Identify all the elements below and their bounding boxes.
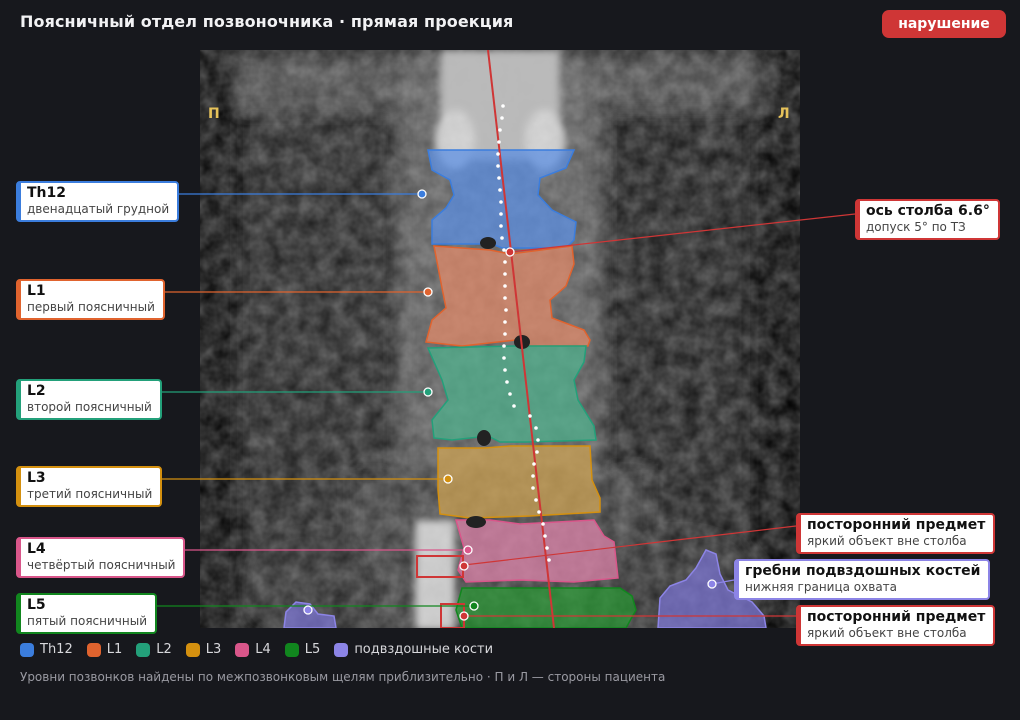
- legend-swatch: [20, 642, 34, 657]
- legend-label: L2: [156, 642, 172, 657]
- iliac-crests-title: гребни подвздошных костей: [745, 563, 981, 579]
- legend-item-l4: L4: [235, 642, 271, 657]
- legend-swatch: [185, 642, 200, 657]
- label-l4-desc: четвёртый поясничный: [27, 558, 176, 572]
- segment-l2: [426, 345, 597, 443]
- label-l2-code: L2: [27, 383, 46, 399]
- legend-swatch: [86, 642, 101, 657]
- legend-item-l3: L3: [185, 642, 222, 657]
- page-title: Поясничный отдел позвоночника · прямая п…: [20, 12, 514, 31]
- side-marker-left: Л: [778, 106, 790, 122]
- axis-angle-title: ось столба 6.6°: [866, 203, 990, 219]
- legend-label: L4: [255, 642, 271, 657]
- legend-label: L1: [106, 642, 123, 657]
- segment-l4: [455, 519, 619, 583]
- legend-item-l2: L2: [136, 642, 172, 657]
- foreign-object-2-note: яркий объект вне столба: [807, 626, 967, 640]
- status-badge[interactable]: нарушение: [882, 10, 1006, 38]
- label-l4-code: L4: [27, 541, 46, 557]
- label-l2-desc: второй поясничный: [27, 400, 152, 414]
- label-l1[interactable]: L1 первый поясничный: [16, 279, 165, 320]
- label-l5-desc: пятый поясничный: [27, 614, 147, 628]
- label-axis-angle[interactable]: ось столба 6.6° допуск 5° по ТЗ: [855, 199, 1000, 240]
- foreign-object-1-title: посторонний предмет: [807, 517, 986, 533]
- legend-swatch: [136, 642, 151, 657]
- legend: Th12 L1 L2 L3 L4 L5 подвздошные кости: [20, 642, 493, 657]
- label-l3-desc: третий поясничный: [27, 487, 153, 501]
- xray-image: [200, 50, 800, 628]
- legend-item-iliac: подвздошные кости: [334, 642, 493, 657]
- footer-note: Уровни позвонков найдены по межпозвонков…: [20, 670, 666, 684]
- label-l2[interactable]: L2 второй поясничный: [16, 379, 162, 420]
- side-marker-right: П: [208, 106, 220, 122]
- label-l1-desc: первый поясничный: [27, 300, 155, 314]
- label-l3-code: L3: [27, 470, 46, 486]
- legend-label: Th12: [40, 642, 73, 657]
- legend-label: L5: [304, 642, 321, 657]
- label-l1-code: L1: [27, 283, 46, 299]
- legend-item-l5: L5: [284, 642, 321, 657]
- legend-label: L3: [205, 642, 222, 657]
- legend-label: подвздошные кости: [354, 642, 494, 657]
- axis-angle-note: допуск 5° по ТЗ: [866, 220, 966, 234]
- legend-swatch: [284, 642, 299, 657]
- label-th12-desc: двенадцатый грудной: [27, 202, 170, 216]
- iliac-crests-note: нижняя граница охвата: [745, 580, 898, 594]
- label-foreign-object-1[interactable]: посторонний предмет яркий объект вне сто…: [796, 513, 996, 554]
- label-th12-code: Th12: [27, 185, 66, 201]
- foreign-object-2-title: посторонний предмет: [807, 609, 986, 625]
- label-l3[interactable]: L3 третий поясничный: [16, 466, 163, 507]
- legend-swatch: [334, 642, 349, 657]
- segment-l3: [437, 445, 601, 519]
- label-iliac-crests[interactable]: гребни подвздошных костей нижняя граница…: [734, 559, 991, 600]
- label-l4[interactable]: L4 четвёртый поясничный: [16, 537, 186, 578]
- foreign-object-1-note: яркий объект вне столба: [807, 534, 967, 548]
- label-l5[interactable]: L5 пятый поясничный: [16, 593, 157, 634]
- label-th12[interactable]: Th12 двенадцатый грудной: [16, 181, 180, 222]
- segment-l5: [455, 587, 637, 628]
- label-l5-code: L5: [27, 597, 46, 613]
- xray-viewer[interactable]: П Л: [200, 50, 800, 628]
- legend-item-th12: Th12: [20, 642, 73, 657]
- legend-item-l1: L1: [86, 642, 123, 657]
- label-foreign-object-2[interactable]: посторонний предмет яркий объект вне сто…: [796, 605, 996, 646]
- legend-swatch: [235, 642, 250, 657]
